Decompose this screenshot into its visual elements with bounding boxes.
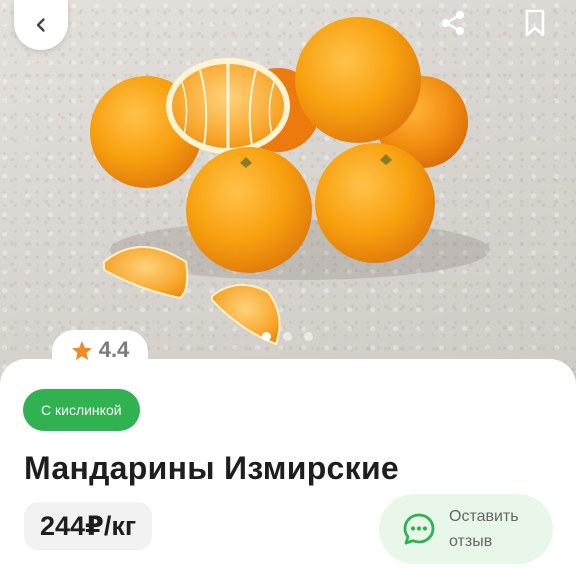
mandarin <box>295 17 421 143</box>
leave-review-button[interactable]: Оставить отзыв <box>379 494 553 564</box>
peeled-mandarin <box>166 58 290 154</box>
carousel-dot[interactable] <box>304 332 313 341</box>
product-title: Мандарины Измирские <box>24 450 400 486</box>
carousel-dot[interactable] <box>262 332 271 341</box>
rating-badge[interactable]: 4.4 <box>52 330 148 370</box>
share-icon <box>442 11 464 35</box>
bookmark-icon <box>525 9 545 37</box>
carousel-dot[interactable] <box>283 332 292 341</box>
rating-value: 4.4 <box>98 337 130 362</box>
mandarin <box>186 147 312 273</box>
bookmark-button[interactable] <box>518 6 552 40</box>
chat-bubble-icon <box>403 513 435 545</box>
mandarins-photo <box>90 17 490 346</box>
share-button[interactable] <box>436 6 470 40</box>
price-label: 244₽/кг <box>24 502 153 550</box>
leave-review-label: Оставить отзыв <box>449 508 519 550</box>
mandarin-slice <box>103 246 189 300</box>
mandarin <box>315 143 435 263</box>
star-icon <box>71 340 93 361</box>
carousel-indicator <box>262 332 313 341</box>
chevron-left-icon <box>36 18 45 32</box>
product-tag: С кислинкой <box>23 389 140 431</box>
product-image[interactable] <box>0 0 576 385</box>
